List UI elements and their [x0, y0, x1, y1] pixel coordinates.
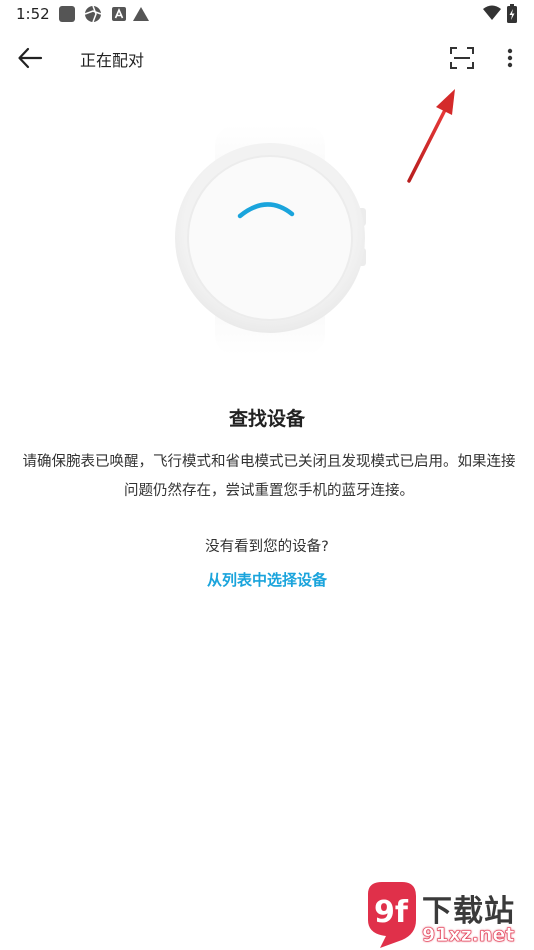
arrow-left-icon: [18, 47, 43, 69]
app-bar: 正在配对: [0, 28, 534, 88]
wifi-icon: [483, 5, 501, 20]
page-title: 正在配对: [80, 51, 145, 70]
watermark-logo-icon: 9f: [368, 882, 416, 948]
app-notification-icon: [59, 6, 75, 22]
select-from-list-link[interactable]: 从列表中选择设备: [0, 569, 534, 590]
scan-button[interactable]: [446, 42, 478, 74]
find-device-heading: 查找设备: [228, 408, 305, 430]
more-options-button[interactable]: [496, 42, 524, 74]
annotation-arrow-icon: [407, 89, 455, 183]
aperture-icon: [84, 5, 102, 23]
watermark: 9f 下载站 91xz.net: [360, 880, 534, 950]
status-bar: 1:52: [0, 0, 534, 28]
no-device-prompt: 没有看到您的设备?: [205, 539, 329, 555]
status-time: 1:52: [16, 5, 50, 23]
font-notification-icon: [112, 7, 126, 21]
watermark-logo-text: 9f: [374, 895, 409, 930]
pairing-instructions: 请确保腕表已唤醒，飞行模式和省电模式已关闭且发现模式已启用。如果连接问题仍然存在…: [22, 454, 516, 499]
battery-charging-icon: [507, 4, 517, 23]
warning-triangle-icon: [133, 7, 149, 21]
back-button[interactable]: [12, 42, 48, 74]
watermark-site: 91xz.net: [422, 924, 515, 947]
pairing-screen: 1:52 正在配对 查找设备 请确保腕表已唤醒，飞行模式和省电模式已关闭且发现模…: [0, 0, 534, 950]
watch-illustration: [175, 125, 366, 355]
scan-icon: [450, 47, 474, 69]
more-vertical-icon: [507, 48, 513, 68]
